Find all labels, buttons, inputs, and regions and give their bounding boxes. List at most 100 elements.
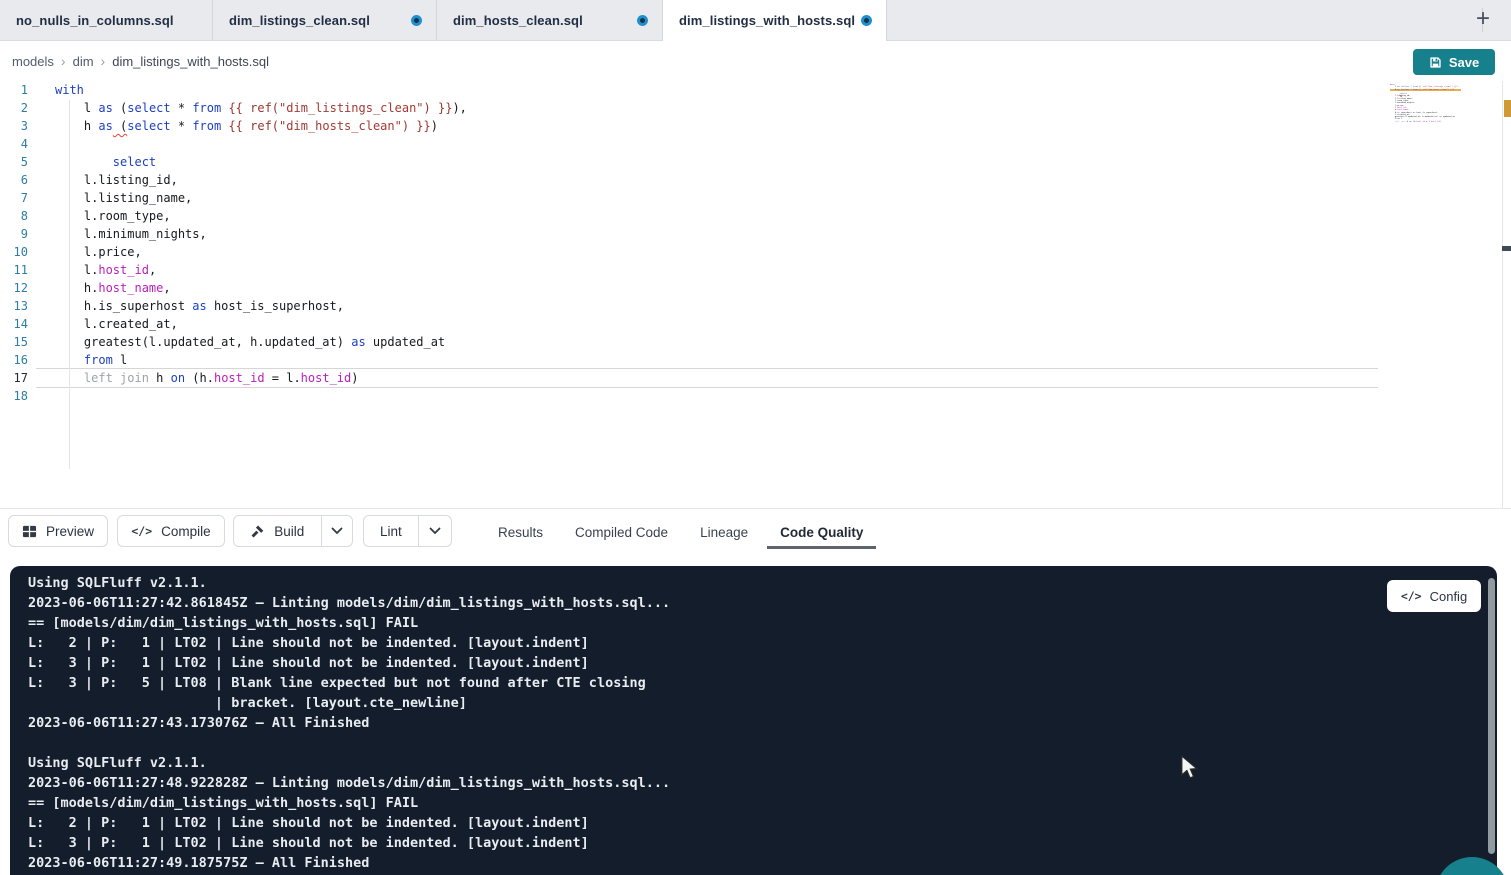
file-tab[interactable]: dim_listings_clean.sql <box>213 0 437 40</box>
panel-tab-compiled-code[interactable]: Compiled Code <box>562 516 681 549</box>
code-token: h. <box>55 281 98 295</box>
code-line[interactable]: l.room_type, <box>55 207 467 225</box>
chevron-down-icon <box>331 527 343 535</box>
file-tab-label: dim_listings_with_hosts.sql <box>679 13 855 28</box>
file-tab-label: dim_hosts_clean.sql <box>453 13 583 28</box>
line-number-gutter: 123456789101112131415161718 <box>0 81 28 405</box>
breadcrumb-separator-icon: › <box>54 53 73 69</box>
code-line[interactable]: l.listing_id, <box>55 171 467 189</box>
line-number: 17 <box>0 369 28 387</box>
code-line[interactable]: h.is_superhost as host_is_superhost, <box>55 297 467 315</box>
code-line[interactable]: l.created_at, <box>55 315 467 333</box>
code-token: host_id <box>214 371 265 385</box>
code-token: = l. <box>265 371 301 385</box>
panel-tab-results[interactable]: Results <box>485 516 556 549</box>
code-line[interactable]: left join h on (h.host_id = l.host_id) <box>55 369 467 387</box>
code-line[interactable]: select <box>55 153 467 171</box>
code-line[interactable]: greatest(l.updated_at, h.updated_at) as … <box>55 333 467 351</box>
code-token: "dim_hosts_clean" <box>279 119 402 133</box>
code-token: updated_at <box>1442 116 1455 118</box>
code-token: ) <box>351 371 358 385</box>
terminal-line: 2023-06-06T11:27:49.187575Z — All Finish… <box>28 853 670 873</box>
code-token: l <box>55 101 98 115</box>
terminal-output: Using SQLFluff v2.1.1.2023-06-06T11:27:4… <box>28 573 670 873</box>
minimap[interactable]: with l as (select * from {{ ref("dim_lis… <box>1390 84 1461 130</box>
code-token: select <box>127 101 170 115</box>
code-token: left join <box>55 371 149 385</box>
code-token: as <box>351 335 365 349</box>
code-line[interactable]: h.host_name, <box>55 279 467 297</box>
file-tab[interactable]: no_nulls_in_columns.sql <box>0 0 213 40</box>
code-line[interactable]: from l <box>55 351 467 369</box>
preview-button-label: Preview <box>46 524 94 539</box>
line-number: 1 <box>0 81 28 99</box>
new-tab-button[interactable]: + <box>1469 4 1497 36</box>
compile-button-label: Compile <box>161 524 211 539</box>
terminal-line: | bracket. [layout.cte_newline] <box>28 693 670 713</box>
code-line[interactable] <box>55 387 467 405</box>
code-token: host_id <box>98 263 149 277</box>
code-token: l.listing_name, <box>55 191 192 205</box>
panel-tab-code-quality[interactable]: Code Quality <box>767 516 876 549</box>
code-token: with <box>55 83 84 97</box>
config-button-label: Config <box>1430 589 1468 604</box>
file-tab-label: no_nulls_in_columns.sql <box>16 13 174 28</box>
code-token: from <box>192 119 221 133</box>
code-token: host_is_superhost, <box>1415 112 1438 114</box>
code-line[interactable] <box>55 135 467 153</box>
file-tab-label: dim_listings_clean.sql <box>229 13 370 28</box>
code-line[interactable]: l.host_id, <box>55 261 467 279</box>
code-token: host_is_superhost, <box>207 299 344 313</box>
code-token: ), <box>1456 86 1458 88</box>
code-token: (h. <box>185 371 214 385</box>
code-token: {{ ref( <box>228 119 279 133</box>
code-line[interactable]: l.price, <box>55 243 467 261</box>
code-token: ) }} <box>424 101 453 115</box>
terminal-line: 2023-06-06T11:27:43.173076Z — All Finish… <box>28 713 670 733</box>
build-dropdown-button[interactable] <box>321 516 352 546</box>
compile-button[interactable]: </> Compile <box>117 515 225 547</box>
line-number: 9 <box>0 225 28 243</box>
terminal-panel: Using SQLFluff v2.1.1.2023-06-06T11:27:4… <box>10 566 1497 875</box>
code-brackets-icon: </> <box>131 524 152 538</box>
code-brackets-icon: </> <box>1401 589 1422 603</box>
panel-tab-lineage[interactable]: Lineage <box>687 516 761 549</box>
line-number: 16 <box>0 351 28 369</box>
code-lines[interactable]: with l as (select * from {{ ref("dim_lis… <box>55 81 467 405</box>
code-token: left join <box>1390 121 1406 123</box>
terminal-scrollbar-thumb[interactable] <box>1488 578 1495 854</box>
line-number: 18 <box>0 387 28 405</box>
breadcrumb-item[interactable]: dim <box>73 54 94 69</box>
code-token: ) <box>1439 121 1440 123</box>
code-token: host_name <box>98 281 163 295</box>
code-editor[interactable]: 123456789101112131415161718 with l as (s… <box>0 81 1502 508</box>
overview-ruler-cursor-marker <box>1502 246 1511 251</box>
code-line[interactable]: l.listing_name, <box>55 189 467 207</box>
build-button[interactable]: Build <box>234 516 321 546</box>
code-token: l.created_at, <box>55 317 178 331</box>
code-token: l. <box>55 263 98 277</box>
code-line[interactable]: h as (select * from {{ ref("dim_hosts_cl… <box>55 117 467 135</box>
code-line[interactable]: with <box>55 81 467 99</box>
terminal-line <box>28 733 670 753</box>
action-toolbar: Preview </> Compile Build Lint <box>0 508 1511 566</box>
file-tab[interactable]: dim_hosts_clean.sql <box>437 0 663 40</box>
breadcrumb-item[interactable]: dim_listings_with_hosts.sql <box>112 54 269 69</box>
hammer-icon <box>250 524 265 539</box>
file-tab[interactable]: dim_listings_with_hosts.sql <box>663 0 887 41</box>
config-button[interactable]: </> Config <box>1387 580 1481 612</box>
breadcrumb: models›dim›dim_listings_with_hosts.sql <box>12 41 269 81</box>
code-token <box>55 155 113 169</box>
lint-button[interactable]: Lint <box>364 516 418 546</box>
breadcrumb-item[interactable]: models <box>12 54 54 69</box>
code-token: as <box>98 101 112 115</box>
save-button[interactable]: Save <box>1413 49 1495 75</box>
line-number: 15 <box>0 333 28 351</box>
preview-button[interactable]: Preview <box>8 515 108 547</box>
code-line[interactable]: l as (select * from {{ ref("dim_listings… <box>55 99 467 117</box>
code-line[interactable]: l.minimum_nights, <box>55 225 467 243</box>
lint-dropdown-button[interactable] <box>418 516 451 546</box>
code-token: on <box>171 371 185 385</box>
code-token: h <box>55 119 98 133</box>
build-button-label: Build <box>274 524 304 539</box>
